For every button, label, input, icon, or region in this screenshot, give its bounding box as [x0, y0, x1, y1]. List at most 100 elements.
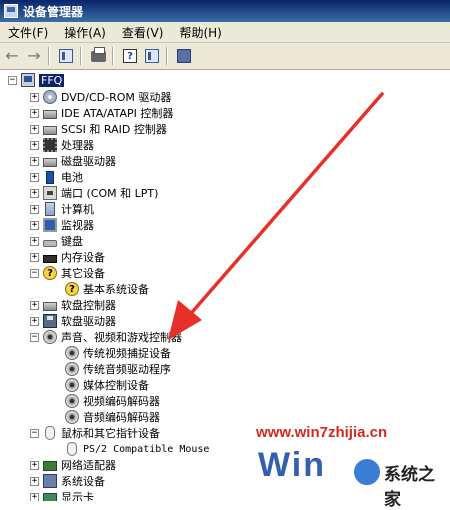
properties-icon [145, 49, 159, 63]
menu-bar: 文件(F) 操作(A) 查看(V) 帮助(H) [0, 22, 450, 43]
tree-item-label: DVD/CD-ROM 驱动器 [61, 91, 172, 104]
window-title: 设备管理器 [23, 4, 84, 19]
tree-item-other[interactable]: − ? 其它设备 [30, 265, 105, 281]
expand-toggle[interactable]: + [30, 300, 39, 310]
tree-item-label: 键盘 [61, 235, 83, 248]
speaker-icon [65, 362, 79, 376]
tree-item-label: SCSI 和 RAID 控制器 [61, 123, 167, 136]
print-icon [90, 46, 106, 62]
expand-toggle[interactable]: + [30, 188, 39, 198]
tree-item-floppy-drive[interactable]: + 软盘驱动器 [30, 313, 116, 329]
tree-item-processor[interactable]: + 处理器 [30, 137, 94, 153]
tree-item-dvd[interactable]: + DVD/CD-ROM 驱动器 [30, 89, 171, 105]
tree-item-label: 端口 (COM 和 LPT) [61, 187, 159, 200]
tree-item-media-control[interactable]: 媒体控制设备 [52, 377, 149, 393]
expand-toggle[interactable]: + [30, 108, 39, 118]
tree-item-label: 视频编码解码器 [83, 395, 160, 408]
tree-item-floppy-controller[interactable]: + 软盘控制器 [30, 297, 116, 313]
expand-toggle[interactable]: + [30, 476, 39, 486]
menu-file[interactable]: 文件(F) [0, 24, 56, 41]
disk-drive-icon [43, 158, 57, 167]
properties-button[interactable] [142, 46, 162, 66]
menu-view[interactable]: 查看(V) [114, 24, 172, 41]
collapse-toggle[interactable]: − [30, 268, 39, 278]
tree-item-ide[interactable]: + IDE ATA/ATAPI 控制器 [30, 105, 173, 121]
tree-item-mouse[interactable]: − 鼠标和其它指针设备 [30, 425, 160, 441]
keyboard-icon [43, 240, 57, 247]
scsi-controller-icon [43, 126, 57, 135]
collapse-toggle[interactable]: − [8, 75, 17, 85]
expand-toggle[interactable]: + [30, 172, 39, 182]
tree-item-display[interactable]: + 显示卡 [30, 489, 94, 501]
tree-item-monitor[interactable]: + 监视器 [30, 217, 94, 233]
tree-item-ps2-mouse[interactable]: PS/2 Compatible Mouse [52, 441, 209, 457]
back-button[interactable]: ← [2, 46, 22, 66]
port-icon [43, 186, 57, 200]
tree-root[interactable]: − FFQ [8, 72, 65, 88]
mouse-icon [67, 442, 77, 456]
tree-item-audio-codec[interactable]: 音频编码解码器 [52, 409, 160, 425]
scan-hardware-button[interactable] [174, 46, 194, 66]
network-adapter-icon [43, 461, 57, 471]
tree-item-memory[interactable]: + 内存设备 [30, 249, 105, 265]
tree-item-keyboard[interactable]: + 键盘 [30, 233, 83, 249]
expand-toggle[interactable]: + [30, 492, 39, 501]
disc-drive-icon [43, 90, 57, 104]
expand-toggle[interactable]: + [30, 252, 39, 262]
expand-toggle[interactable]: + [30, 156, 39, 166]
collapse-toggle[interactable]: − [30, 428, 39, 438]
scan-hardware-icon [177, 49, 191, 63]
help-button[interactable]: ? [120, 46, 140, 66]
system-device-icon [43, 474, 57, 488]
speaker-icon [65, 394, 79, 408]
tree-item-label: 声音、视频和游戏控制器 [61, 331, 182, 344]
tree-item-ports[interactable]: + 端口 (COM 和 LPT) [30, 185, 158, 201]
console-tree-icon [59, 49, 73, 63]
display-card-icon [43, 493, 57, 501]
menu-action[interactable]: 操作(A) [56, 24, 114, 41]
expand-toggle[interactable]: + [30, 204, 39, 214]
tree-item-label: 其它设备 [61, 267, 105, 280]
processor-icon [43, 138, 57, 152]
tree-item-network[interactable]: + 网络适配器 [30, 457, 116, 473]
expand-toggle[interactable]: + [30, 220, 39, 230]
tree-item-scsi[interactable]: + SCSI 和 RAID 控制器 [30, 121, 167, 137]
watermark-url: www.win7zhijia.cn [256, 424, 388, 441]
tree-item-video-codec[interactable]: 视频编码解码器 [52, 393, 160, 409]
tree-item-sound[interactable]: − 声音、视频和游戏控制器 [30, 329, 182, 345]
monitor-icon [43, 218, 57, 232]
collapse-toggle[interactable]: − [30, 332, 39, 342]
unknown-device-icon: ? [43, 266, 57, 280]
forward-button[interactable]: → [24, 46, 44, 66]
tree-item-label: 监视器 [61, 219, 94, 232]
windows-logo-icon [352, 457, 382, 487]
show-hide-tree-button[interactable] [56, 46, 76, 66]
help-icon: ? [123, 49, 137, 63]
expand-toggle[interactable]: + [30, 236, 39, 246]
tree-item-label: 传统音频驱动程序 [83, 363, 171, 376]
expand-toggle[interactable]: + [30, 460, 39, 470]
tree-item-battery[interactable]: + 电池 [30, 169, 83, 185]
floppy-controller-icon [43, 302, 57, 311]
tree-item-system[interactable]: + 系统设备 [30, 473, 105, 489]
expand-toggle[interactable]: + [30, 140, 39, 150]
tree-item-disk[interactable]: + 磁盘驱动器 [30, 153, 116, 169]
tree-item-label: 软盘控制器 [61, 299, 116, 312]
device-manager-icon [4, 4, 18, 18]
tree-item-audio-driver[interactable]: 传统音频驱动程序 [52, 361, 171, 377]
toolbar-separator [112, 47, 114, 65]
tree-item-label: 电池 [61, 171, 83, 184]
tree-item-label: 网络适配器 [61, 459, 116, 472]
expand-toggle[interactable]: + [30, 124, 39, 134]
expand-toggle[interactable]: + [30, 92, 39, 102]
speaker-icon [65, 410, 79, 424]
tree-item-basic-system[interactable]: ? 基本系统设备 [52, 281, 149, 297]
print-button[interactable] [88, 46, 108, 66]
tree-item-computer[interactable]: + 计算机 [30, 201, 94, 217]
menu-help[interactable]: 帮助(H) [171, 24, 229, 41]
tree-item-label: IDE ATA/ATAPI 控制器 [61, 107, 174, 120]
tree-item-video-capture[interactable]: 传统视频捕捉设备 [52, 345, 171, 361]
speaker-icon [65, 346, 79, 360]
tree-item-label: 鼠标和其它指针设备 [61, 427, 160, 440]
expand-toggle[interactable]: + [30, 316, 39, 326]
